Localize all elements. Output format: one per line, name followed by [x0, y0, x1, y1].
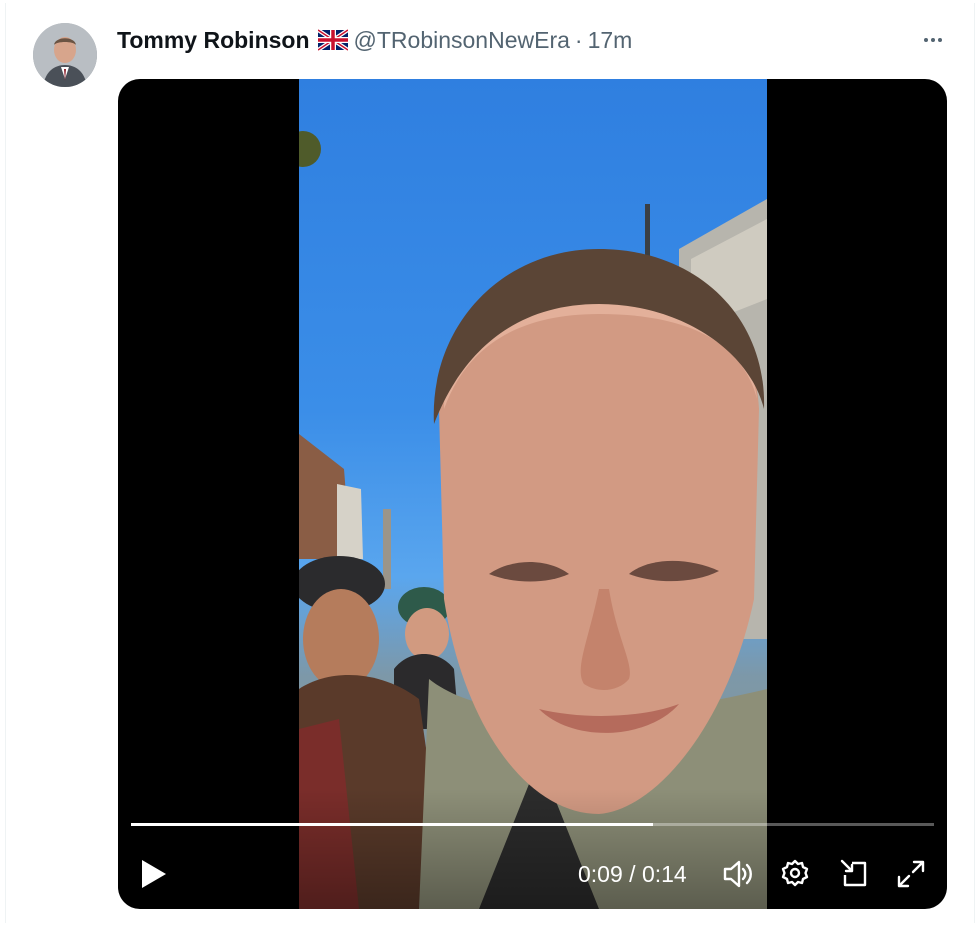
tweet-header: Tommy Robinson @TRobinsonNewEra · 17m — [117, 26, 632, 54]
fullscreen-icon — [897, 860, 925, 888]
picture-in-picture-button[interactable] — [838, 857, 872, 891]
video-still-image — [299, 131, 767, 909]
tweet-timestamp[interactable]: 17m — [588, 26, 633, 54]
header-separator: · — [574, 27, 583, 53]
fullscreen-button[interactable] — [894, 857, 928, 891]
duration: 0:14 — [641, 861, 687, 887]
video-frame — [299, 79, 767, 909]
volume-button[interactable] — [720, 857, 754, 891]
avatar-image — [33, 23, 97, 87]
author-handle[interactable]: @TRobinsonNewEra — [354, 26, 570, 54]
play-button[interactable] — [138, 857, 170, 891]
volume-icon — [723, 860, 752, 888]
current-time: 0:09 — [578, 861, 623, 887]
progress-fill — [131, 823, 653, 826]
progress-bar[interactable] — [131, 823, 934, 826]
display-name[interactable]: Tommy Robinson — [117, 26, 310, 54]
time-readout: 0:09 / 0:14 — [578, 859, 687, 889]
video-player[interactable]: 0:09 / 0:14 — [118, 79, 947, 909]
more-horizontal-icon — [924, 38, 928, 42]
uk-flag-icon — [317, 29, 348, 51]
more-options-button[interactable] — [918, 26, 948, 54]
settings-icon — [781, 859, 809, 887]
settings-button[interactable] — [778, 857, 812, 891]
play-icon — [142, 860, 166, 888]
time-separator: / — [622, 861, 642, 887]
author-avatar[interactable] — [33, 23, 97, 87]
picture-in-picture-icon — [840, 859, 867, 887]
